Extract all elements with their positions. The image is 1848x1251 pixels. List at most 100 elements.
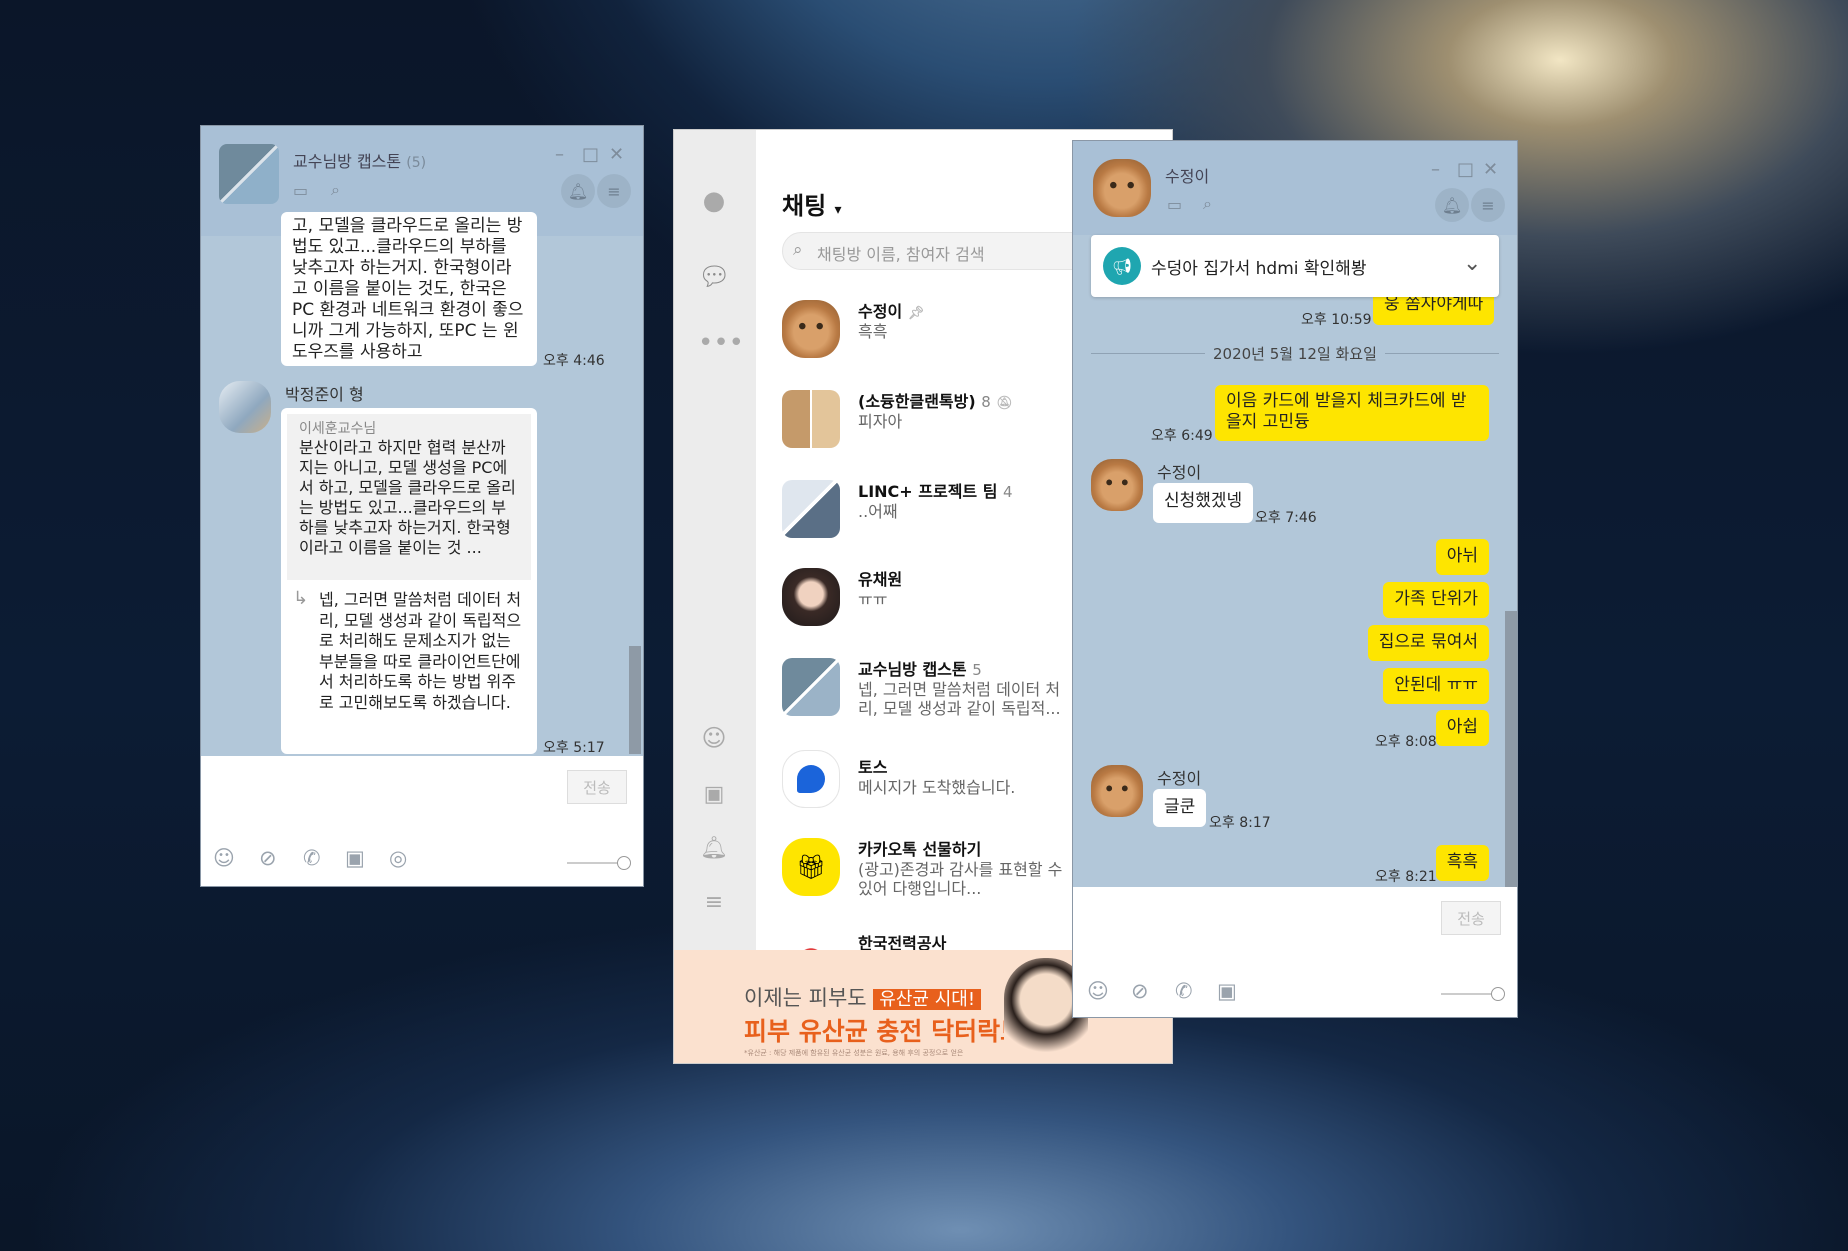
- chat-name: 카카오톡 선물하기: [858, 840, 982, 859]
- chevron-down-icon[interactable]: ⌄: [1463, 251, 1481, 276]
- message-time: 오후 5:17: [543, 740, 605, 756]
- message-bubble[interactable]: 아쉽: [1435, 710, 1489, 746]
- toss-logo-icon: [797, 765, 825, 793]
- notice-bar[interactable]: 📢︎ 수덩아 집가서 hdmi 확인해봥 ⌄: [1091, 235, 1499, 297]
- chat-name: 토스: [858, 758, 888, 777]
- sender-name: 수정이: [1157, 769, 1202, 788]
- chat-name: 유채원: [858, 570, 903, 589]
- date-divider: 2020년 5월 12일 화요일: [1091, 343, 1499, 364]
- gift-icon: 🎁︎: [795, 853, 827, 881]
- megaphone-icon: 📢︎: [1103, 247, 1141, 285]
- notification-bell-button[interactable]: 🔔︎: [561, 174, 595, 208]
- call-icon[interactable]: ✆: [1175, 979, 1193, 1003]
- emoticon-icon[interactable]: ☺: [213, 846, 235, 870]
- reply-bubble[interactable]: 이세훈교수님 분산이라고 하지만 협력 분산까지는 아니고, 모델 생성을 PC…: [281, 408, 537, 754]
- reply-arrow-icon: ↳: [293, 588, 309, 609]
- menu-button[interactable]: ≡: [1471, 188, 1505, 222]
- chat-avatar: [782, 390, 840, 448]
- chat-preview: 넵, 그러면 말씀처럼 데이터 처리, 모델 생성과 같이 독립적...: [858, 680, 1061, 718]
- message-bubble[interactable]: 집으로 묶여서: [1367, 625, 1489, 661]
- search-icon[interactable]: ⌕: [331, 180, 340, 200]
- calendar-icon[interactable]: ▣: [1217, 979, 1237, 1003]
- maximize-icon[interactable]: □: [1457, 159, 1474, 180]
- minimize-icon[interactable]: –: [555, 144, 564, 165]
- message-time: 오후 6:49: [1151, 428, 1213, 444]
- emoticon-icon[interactable]: ☺: [698, 724, 730, 752]
- message-bubble[interactable]: 글쿤: [1153, 789, 1207, 827]
- calendar-icon[interactable]: ▣: [698, 782, 730, 807]
- chat-name: LINC+ 프로젝트 팀 4: [858, 482, 1013, 501]
- live-talk-icon[interactable]: ◎: [389, 846, 407, 870]
- message-time: 오후 4:46: [543, 353, 605, 369]
- close-icon[interactable]: ✕: [609, 144, 624, 165]
- message-time: 오후 8:08: [1375, 734, 1437, 750]
- chat-avatar: [782, 658, 840, 716]
- chat-avatar: [782, 568, 840, 626]
- message-input-area[interactable]: 전송 ☺ ⊘ ✆ ▣ ◎: [201, 756, 643, 886]
- right-chat-window: 수정이 ▭ ⌕ – □ ✕ 🔔︎ ≡ 웅 쫌자야게따 오후 10:59 📢︎ 수…: [1072, 140, 1518, 1018]
- quote-text: 분산이라고 하지만 협력 분산까지는 아니고, 모델 생성을 PC에서 하고, …: [299, 438, 516, 557]
- mute-icon: 🔕︎: [996, 396, 1013, 411]
- opacity-slider[interactable]: [567, 862, 623, 864]
- attach-icon[interactable]: ⊘: [1131, 979, 1149, 1003]
- message-bubble[interactable]: 이음 카드에 받을지 체크카드에 받을지 고민듕: [1215, 385, 1489, 441]
- settings-menu-icon[interactable]: ≡: [698, 890, 730, 915]
- search-icon[interactable]: ⌕: [1203, 194, 1212, 214]
- message-bubble[interactable]: 아뉘: [1435, 539, 1489, 575]
- chat-search-input[interactable]: ⌕ 채팅방 이름, 참여자 검색: [782, 232, 1102, 270]
- chat-avatar[interactable]: [1093, 159, 1151, 217]
- chat-preview: 메시지가 도착했습니다.: [858, 778, 1016, 797]
- chat-avatar: [782, 480, 840, 538]
- folder-icon[interactable]: ▭: [1167, 195, 1182, 214]
- attach-icon[interactable]: ⊘: [259, 846, 277, 870]
- quoted-message[interactable]: 이세훈교수님 분산이라고 하지만 협력 분산까지는 아니고, 모델 생성을 PC…: [287, 414, 531, 580]
- sender-avatar[interactable]: [1091, 765, 1143, 817]
- opacity-slider[interactable]: [1441, 993, 1497, 995]
- more-icon[interactable]: •••: [698, 328, 744, 358]
- chat-name: (소듕한클랜톡방) 8 🔕︎: [858, 392, 1013, 411]
- message-time: 오후 8:21: [1375, 869, 1437, 885]
- message-bubble[interactable]: 고, 모델을 클라우드로 올리는 방법도 있고...클라우드의 부하를 낮추고자…: [281, 212, 537, 366]
- chat-list-header: 채팅 ▾: [782, 192, 842, 220]
- call-icon[interactable]: ✆: [303, 846, 321, 870]
- message-time: 오후 7:46: [1255, 510, 1317, 526]
- group-avatar[interactable]: [219, 144, 279, 204]
- opacity-slider-knob[interactable]: [1491, 987, 1505, 1001]
- chat-scrollbar[interactable]: [629, 646, 641, 754]
- calendar-icon[interactable]: ▣: [345, 846, 365, 870]
- folder-icon[interactable]: ▭: [293, 181, 308, 200]
- message-input-area[interactable]: 전송 ☺ ⊘ ✆ ▣: [1073, 887, 1517, 1017]
- chat-avatar: 🎁︎: [782, 838, 840, 896]
- sender-name: 수정이: [1157, 463, 1202, 482]
- chat-preview: 피자아: [858, 412, 903, 431]
- maximize-icon[interactable]: □: [582, 144, 599, 165]
- chat-preview: ㅠㅠ: [858, 590, 888, 609]
- sender-avatar[interactable]: [219, 381, 271, 433]
- message-time: 오후 10:59: [1301, 312, 1372, 328]
- message-bubble[interactable]: 가족 단위가: [1383, 582, 1489, 618]
- quote-author: 이세훈교수님: [299, 421, 377, 437]
- message-bubble[interactable]: 흑흑: [1435, 845, 1489, 881]
- minimize-icon[interactable]: –: [1431, 159, 1440, 180]
- notification-icon[interactable]: 🔔︎: [698, 836, 730, 861]
- chat-preview: (광고)존경과 감사를 표현할 수 있어 다행입니다...: [858, 860, 1063, 898]
- chat-scrollbar[interactable]: [1505, 611, 1517, 887]
- chat-name: 수정이 📌︎: [858, 302, 925, 321]
- opacity-slider-knob[interactable]: [617, 856, 631, 870]
- sender-avatar[interactable]: [1091, 459, 1143, 511]
- chat-avatar: [782, 932, 840, 950]
- menu-button[interactable]: ≡: [597, 174, 631, 208]
- message-bubble[interactable]: 안된데 ㅠㅠ: [1383, 668, 1489, 704]
- search-icon: ⌕: [793, 240, 803, 260]
- send-button[interactable]: 전송: [567, 770, 627, 804]
- chat-name: 교수님방 캡스톤 5: [858, 660, 982, 679]
- notification-bell-button[interactable]: 🔔︎: [1435, 188, 1469, 222]
- emoticon-icon[interactable]: ☺: [1087, 979, 1109, 1003]
- message-bubble[interactable]: 신청했겠넹: [1153, 483, 1254, 523]
- title-dropdown-icon[interactable]: ▾: [835, 202, 842, 218]
- friends-icon[interactable]: ●: [698, 186, 730, 216]
- close-icon[interactable]: ✕: [1483, 159, 1498, 180]
- main-sidebar: ● 💬︎ ••• ☺ ▣ 🔔︎ ≡: [674, 130, 756, 950]
- chat-icon[interactable]: 💬︎: [698, 262, 731, 292]
- send-button[interactable]: 전송: [1441, 901, 1501, 935]
